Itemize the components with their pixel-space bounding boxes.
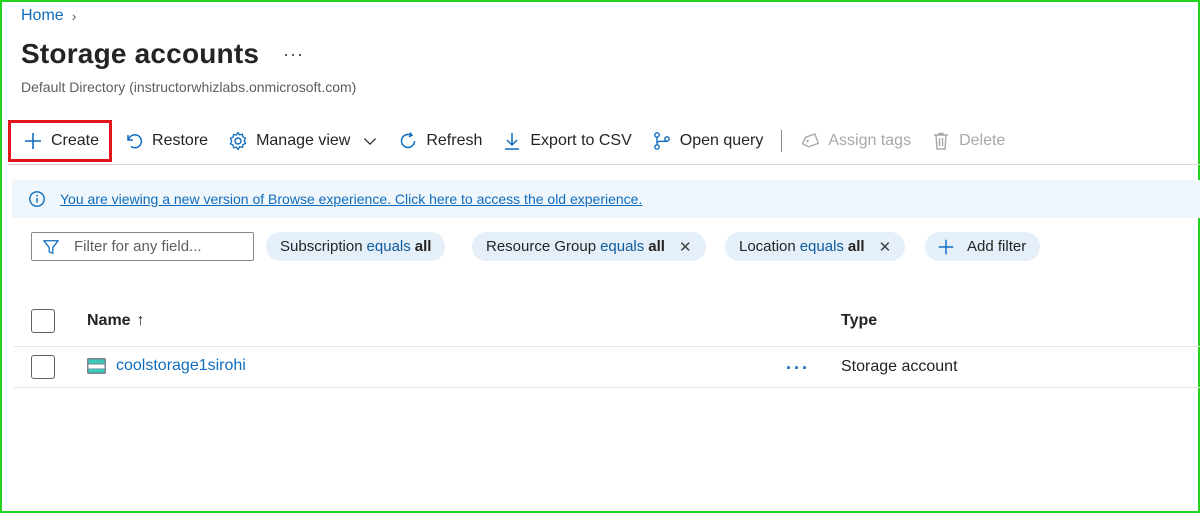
header-divider xyxy=(14,346,1200,347)
chevron-down-icon xyxy=(364,138,377,146)
column-header-type-label: Type xyxy=(841,312,878,329)
breadcrumb: Home › xyxy=(21,7,76,25)
create-label: Create xyxy=(51,132,100,149)
toolbar-divider xyxy=(781,130,783,152)
delete-label: Delete xyxy=(959,132,1006,149)
filter-pill-field: Subscription xyxy=(280,238,363,255)
filter-pill-operator: equals xyxy=(600,238,645,255)
filter-pill-resource-group[interactable]: Resource Group equals all ✕ xyxy=(472,232,706,261)
page-title: Storage accounts xyxy=(21,38,260,69)
toolbar-divider-line xyxy=(8,164,1200,165)
filter-input[interactable] xyxy=(74,238,234,255)
select-all-cell xyxy=(31,296,55,346)
plus-icon xyxy=(938,239,954,254)
row-more-icon[interactable]: ··· xyxy=(786,358,810,379)
row-type-cell: Storage account xyxy=(841,358,958,375)
storage-account-icon xyxy=(87,358,106,374)
filter-field[interactable] xyxy=(31,232,254,261)
download-icon xyxy=(505,133,520,150)
open-query-button[interactable]: Open query xyxy=(642,120,774,162)
info-icon xyxy=(29,191,45,207)
manage-view-button[interactable]: Manage view xyxy=(218,120,388,162)
filter-pill-value: all xyxy=(648,238,665,255)
info-banner: You are viewing a new version of Browse … xyxy=(12,180,1200,218)
breadcrumb-home-link[interactable]: Home xyxy=(21,7,64,25)
add-filter-button[interactable]: Add filter xyxy=(925,232,1041,261)
filter-pill-value: all xyxy=(847,238,865,255)
restore-button[interactable]: Restore xyxy=(114,120,218,162)
refresh-icon xyxy=(401,132,416,149)
row-name-cell: coolstorage1sirohi xyxy=(87,357,246,375)
delete-button[interactable]: Delete xyxy=(921,120,1015,162)
table-row xyxy=(31,355,55,379)
filter-pill-subscription[interactable]: Subscription equals all xyxy=(266,232,446,261)
restore-label: Restore xyxy=(152,132,209,149)
export-csv-label: Export to CSV xyxy=(530,132,632,149)
filter-pill-value: all xyxy=(414,238,432,255)
open-query-label: Open query xyxy=(679,132,764,149)
assign-tags-label: Assign tags xyxy=(828,132,912,149)
create-button[interactable]: Create xyxy=(8,120,113,162)
chevron-right-icon: › xyxy=(71,8,77,24)
trash-icon xyxy=(934,132,949,150)
query-icon xyxy=(653,132,670,150)
command-bar: Create Restore Manage view Refresh Expor… xyxy=(8,118,1015,164)
assign-tags-button[interactable]: Assign tags xyxy=(790,120,921,162)
old-experience-link[interactable]: You are viewing a new version of Browse … xyxy=(60,191,642,207)
column-header-name-label: Name xyxy=(87,312,131,329)
row-divider xyxy=(14,387,1200,388)
row-checkbox[interactable] xyxy=(31,355,55,379)
plus-icon xyxy=(25,133,41,149)
column-header-type[interactable]: Type xyxy=(841,296,877,346)
filter-pill-field: Location xyxy=(739,238,796,255)
close-icon[interactable]: ✕ xyxy=(679,238,692,256)
add-filter-label: Add filter xyxy=(967,238,1027,255)
refresh-label: Refresh xyxy=(426,132,483,149)
sort-ascending-icon: ↑ xyxy=(136,312,145,329)
filter-pill-location[interactable]: Location equals all ✕ xyxy=(725,232,906,261)
close-icon[interactable]: ✕ xyxy=(879,238,892,256)
gear-icon xyxy=(229,131,247,151)
filter-pill-operator: equals xyxy=(366,238,411,255)
column-header-name[interactable]: Name ↑ xyxy=(87,296,145,346)
export-csv-button[interactable]: Export to CSV xyxy=(492,120,641,162)
select-all-checkbox[interactable] xyxy=(31,309,55,333)
filter-pill-field: Resource Group xyxy=(486,238,597,255)
more-options-icon[interactable]: ··· xyxy=(283,44,304,65)
tag-icon xyxy=(802,133,820,148)
filter-pill-operator: equals xyxy=(799,238,844,255)
undo-icon xyxy=(127,134,143,149)
manage-view-label: Manage view xyxy=(256,132,351,149)
refresh-button[interactable]: Refresh xyxy=(388,120,492,162)
funnel-icon xyxy=(43,239,59,254)
page-subtitle: Default Directory (instructorwhizlabs.on… xyxy=(21,79,357,95)
row-name-link[interactable]: coolstorage1sirohi xyxy=(116,357,246,375)
